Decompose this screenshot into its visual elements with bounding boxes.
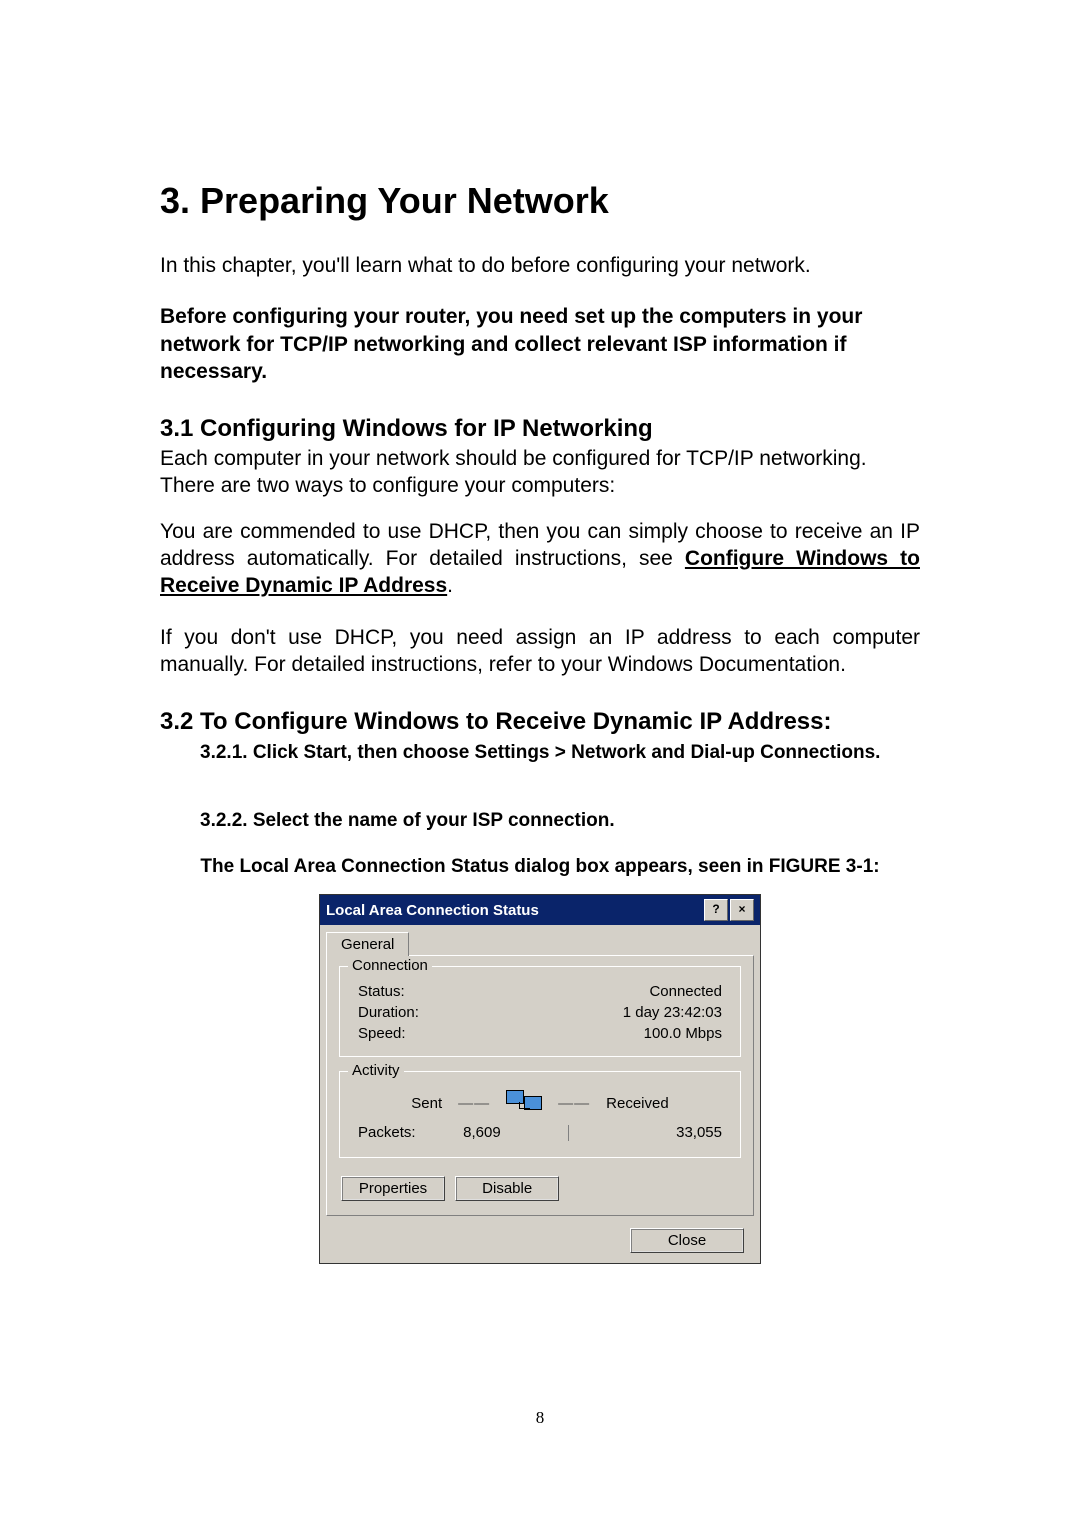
intro-paragraph: In this chapter, you'll learn what to do… [160, 252, 920, 279]
packets-label: Packets: [358, 1124, 416, 1141]
duration-label: Duration: [358, 1004, 419, 1021]
separator [568, 1125, 569, 1141]
activity-group: Activity Sent —— —— Received Packets: 8,… [339, 1071, 741, 1158]
section-3-1-p2: You are commended to use DHCP, then you … [160, 518, 920, 600]
packets-received-value: 33,055 [589, 1124, 722, 1141]
speed-label: Speed: [358, 1025, 406, 1042]
properties-button[interactable]: Properties [341, 1176, 445, 1201]
dialog-title: Local Area Connection Status [326, 902, 702, 919]
tab-general[interactable]: General [326, 932, 409, 956]
network-activity-icon [506, 1090, 542, 1116]
status-label: Status: [358, 983, 405, 1000]
activity-header: Sent —— —— Received [352, 1086, 728, 1120]
received-label: Received [606, 1095, 669, 1112]
activity-group-label: Activity [348, 1062, 404, 1079]
button-row: Properties Disable [339, 1172, 741, 1205]
section-3-1-p3: If you don't use DHCP, you need assign a… [160, 624, 920, 679]
dash-left: —— [458, 1095, 490, 1112]
tab-row: General [320, 925, 760, 955]
step-3-2-2: 3.2.2. Select the name of your ISP conne… [200, 810, 920, 832]
sent-label: Sent [411, 1095, 442, 1112]
duration-row: Duration: 1 day 23:42:03 [352, 1002, 728, 1023]
speed-value: 100.0 Mbps [644, 1025, 722, 1042]
figure-caption: The Local Area Connection Status dialog … [160, 856, 920, 878]
speed-row: Speed: 100.0 Mbps [352, 1023, 728, 1044]
help-icon[interactable]: ? [704, 899, 728, 921]
tab-content: Connection Status: Connected Duration: 1… [326, 955, 754, 1216]
chapter-heading: 3. Preparing Your Network [160, 180, 920, 222]
packets-sent-value: 8,609 [416, 1124, 549, 1141]
page-number: 8 [0, 1408, 1080, 1428]
connection-group: Connection Status: Connected Duration: 1… [339, 966, 741, 1057]
dialog-titlebar[interactable]: Local Area Connection Status ? × [320, 895, 760, 925]
bold-note: Before configuring your router, you need… [160, 303, 920, 385]
status-value: Connected [649, 983, 722, 1000]
duration-value: 1 day 23:42:03 [623, 1004, 722, 1021]
step-3-2-1: 3.2.1. Click Start, then choose Settings… [200, 742, 920, 764]
section-3-1-heading: 3.1 Configuring Windows for IP Networkin… [160, 415, 920, 443]
close-button[interactable]: Close [630, 1228, 744, 1253]
status-row: Status: Connected [352, 981, 728, 1002]
connection-status-dialog: Local Area Connection Status ? × General… [319, 894, 761, 1264]
dialog-footer: Close [320, 1222, 760, 1263]
disable-button[interactable]: Disable [455, 1176, 559, 1201]
p2-text-b: . [447, 574, 453, 597]
dash-right: —— [558, 1095, 590, 1112]
section-3-1-p1: Each computer in your network should be … [160, 445, 920, 500]
section-3-2-heading: 3.2 To Configure Windows to Receive Dyna… [160, 708, 920, 736]
packets-row: Packets: 8,609 33,055 [352, 1120, 728, 1145]
close-icon[interactable]: × [730, 899, 754, 921]
connection-group-label: Connection [348, 957, 432, 974]
